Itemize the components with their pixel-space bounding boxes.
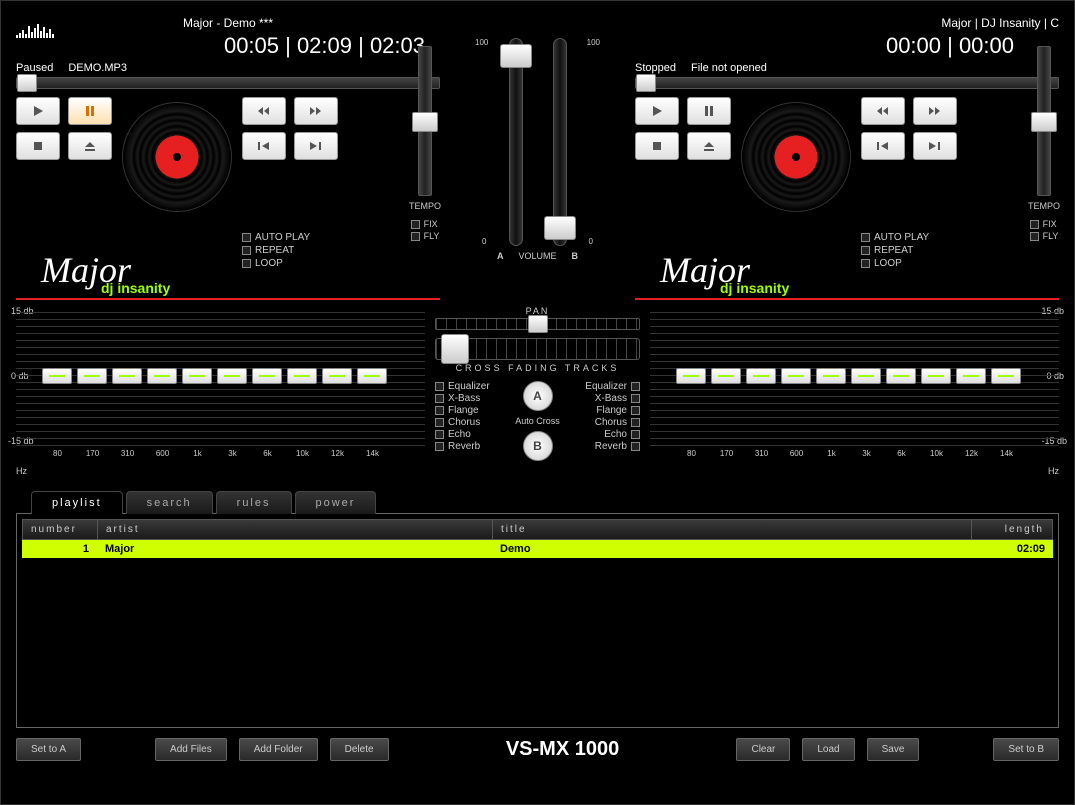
pause-button-b[interactable] [687,97,731,125]
prev-button-a[interactable] [242,132,286,160]
set-to-b-button[interactable]: Set to B [993,738,1059,761]
tab-search[interactable]: search [126,491,213,514]
logo-sub-b: dj insanity [720,280,789,296]
reverb-check-b[interactable]: Reverb [585,441,640,452]
autocross-b-button[interactable]: B [523,431,553,461]
chorus-check-b[interactable]: Chorus [585,417,640,428]
delete-button[interactable]: Delete [330,738,389,761]
stop-button-a[interactable] [16,132,60,160]
clear-button[interactable]: Clear [736,738,790,761]
eq-band-600-b[interactable] [780,306,813,446]
autoplay-check-a[interactable]: AUTO PLAY [242,232,338,243]
crossfade-slider[interactable] [435,338,640,360]
tempo-slider-b[interactable] [1037,46,1051,196]
deck-a-file: DEMO.MP3 [68,62,127,74]
deck-a-title: Major - Demo *** [16,16,440,30]
flange-check-b[interactable]: Flange [585,405,640,416]
eq-band-12k-a[interactable] [321,306,354,446]
model-label: VS-MX 1000 [401,738,725,761]
save-button[interactable]: Save [867,738,920,761]
deck-b-status: Stopped [635,62,676,74]
vinyl-b[interactable] [741,102,851,212]
chorus-check-a[interactable]: Chorus [435,417,490,428]
set-to-a-button[interactable]: Set to A [16,738,81,761]
eq-deck-a: 15 db 0 db -15 db Hz 801703106001k3k6k10… [16,306,425,476]
loop-check-a[interactable]: LOOP [242,258,338,269]
eq-band-12k-b[interactable] [955,306,988,446]
eq-band-170-a[interactable] [76,306,109,446]
eq-band-10k-b[interactable] [920,306,953,446]
autocross-a-button[interactable]: A [523,381,553,411]
echo-check-a[interactable]: Echo [435,429,490,440]
eq-band-14k-b[interactable] [990,306,1023,446]
reverb-check-a[interactable]: Reverb [435,441,490,452]
eq-band-600-a[interactable] [146,306,179,446]
eq-band-80-b[interactable] [675,306,708,446]
logo-sub-a: dj insanity [101,280,170,296]
eq-band-80-a[interactable] [41,306,74,446]
playlist-header: number artist title length [22,519,1053,540]
playlist-row[interactable]: 1 Major Demo 02:09 [22,540,1053,558]
stop-button-b[interactable] [635,132,679,160]
eq-deck-b: 15 db 0 db -15 db Hz 801703106001k3k6k10… [650,306,1059,476]
eq-band-310-a[interactable] [111,306,144,446]
eq-check-b[interactable]: Equalizer [585,381,640,392]
add-files-button[interactable]: Add Files [155,738,227,761]
eq-band-1k-b[interactable] [815,306,848,446]
deck-b-time: 00:00 | 00:00 [635,33,1059,59]
deck-b-file: File not opened [691,62,767,74]
eq-band-6k-b[interactable] [885,306,918,446]
volume-slider-b[interactable] [553,38,567,246]
tab-power[interactable]: power [295,491,377,514]
play-button-b[interactable] [635,97,679,125]
eq-band-10k-a[interactable] [286,306,319,446]
tempo-slider-a[interactable] [418,46,432,196]
deck-b-progress[interactable] [635,77,1059,89]
eq-band-14k-a[interactable] [356,306,389,446]
autoplay-check-b[interactable]: AUTO PLAY [861,232,957,243]
prev-button-b[interactable] [861,132,905,160]
spectrum-a [16,18,76,38]
load-button[interactable]: Load [802,738,854,761]
deck-b-title: Major | DJ Insanity | C [635,16,1059,30]
next-button-b[interactable] [913,132,957,160]
rewind-button-a[interactable] [242,97,286,125]
fly-check-b[interactable]: FLY [1030,231,1059,241]
eject-button-a[interactable] [68,132,112,160]
pan-slider[interactable] [435,318,640,330]
eq-check-a[interactable]: Equalizer [435,381,490,392]
next-button-a[interactable] [294,132,338,160]
rewind-button-b[interactable] [861,97,905,125]
deck-a-status: Paused [16,62,53,74]
deck-a-progress[interactable] [16,77,440,89]
eject-button-b[interactable] [687,132,731,160]
fix-check-b[interactable]: FIX [1030,219,1059,229]
eq-band-3k-b[interactable] [850,306,883,446]
loop-check-b[interactable]: LOOP [861,258,957,269]
eq-band-1k-a[interactable] [181,306,214,446]
play-button-a[interactable] [16,97,60,125]
xbass-check-a[interactable]: X-Bass [435,393,490,404]
eq-band-3k-a[interactable] [216,306,249,446]
repeat-check-a[interactable]: REPEAT [242,245,338,256]
fly-check-a[interactable]: FLY [411,231,440,241]
echo-check-b[interactable]: Echo [585,429,640,440]
pause-button-a[interactable] [68,97,112,125]
tab-playlist[interactable]: playlist [31,491,123,514]
xbass-check-b[interactable]: X-Bass [585,393,640,404]
add-folder-button[interactable]: Add Folder [239,738,318,761]
eq-band-310-b[interactable] [745,306,778,446]
tab-rules[interactable]: rules [216,491,292,514]
forward-button-a[interactable] [294,97,338,125]
eq-band-6k-a[interactable] [251,306,284,446]
flange-check-a[interactable]: Flange [435,405,490,416]
volume-slider-a[interactable] [509,38,523,246]
repeat-check-b[interactable]: REPEAT [861,245,957,256]
deck-a-time: 00:05 | 02:09 | 02:03 [16,33,440,59]
fix-check-a[interactable]: FIX [411,219,440,229]
forward-button-b[interactable] [913,97,957,125]
vinyl-a[interactable] [122,102,232,212]
eq-band-170-b[interactable] [710,306,743,446]
